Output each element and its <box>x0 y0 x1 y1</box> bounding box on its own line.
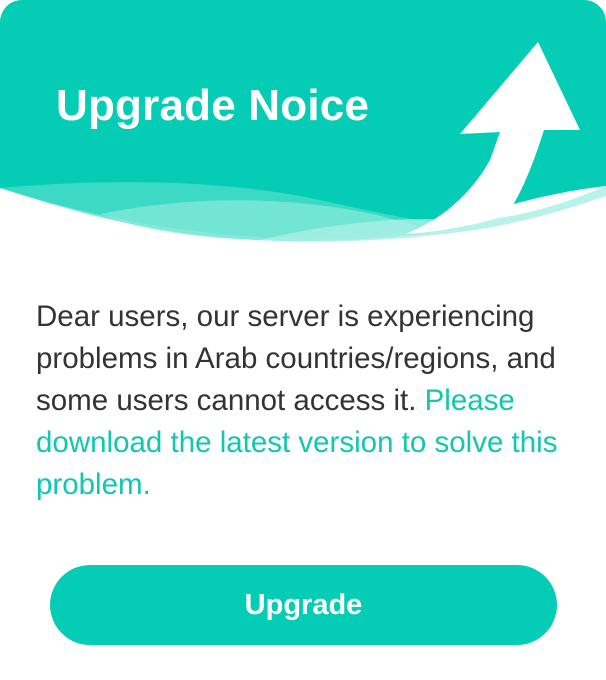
upgrade-notice-dialog: Upgrade Noice Dear users, our server is … <box>0 0 606 680</box>
dialog-title: Upgrade Noice <box>56 81 370 130</box>
upgrade-button[interactable]: Upgrade <box>50 565 557 645</box>
notice-message: Dear users, our server is experiencing p… <box>36 296 588 506</box>
dialog-header: Upgrade Noice <box>0 0 606 250</box>
